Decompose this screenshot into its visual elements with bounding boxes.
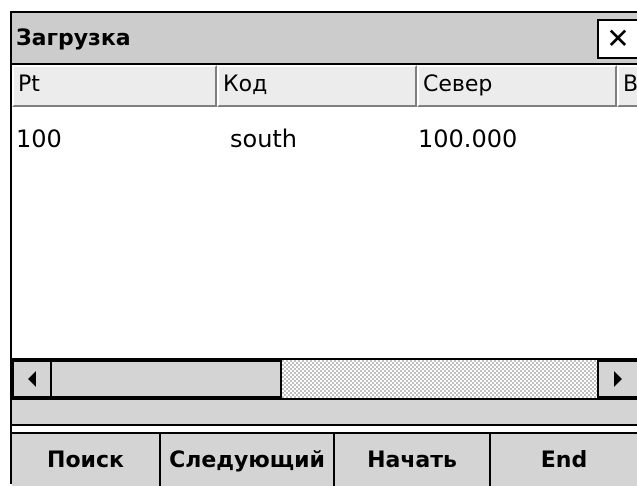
column-header-north[interactable]: Север — [417, 65, 617, 107]
table-row[interactable]: 100 south 100.000 — [12, 121, 637, 161]
column-header-code[interactable]: Код — [217, 65, 417, 107]
close-button[interactable]: ✕ — [597, 19, 637, 59]
button-bar: Поиск Следующий Начать End — [12, 432, 637, 486]
arrow-left-icon — [28, 371, 36, 387]
search-button[interactable]: Поиск — [12, 432, 159, 486]
horizontal-scrollbar[interactable] — [12, 358, 637, 400]
title-bar: Загрузка ✕ — [12, 13, 637, 65]
scroll-left-button[interactable] — [12, 360, 52, 398]
cell-north: 100.000 — [418, 125, 518, 153]
load-window: Загрузка ✕ Pt Код Север В 100 south 100.… — [10, 11, 637, 486]
arrow-right-icon — [614, 371, 622, 387]
cell-code: south — [230, 125, 298, 153]
screen: Загрузка ✕ Pt Код Север В 100 south 100.… — [0, 0, 637, 486]
scroll-right-button[interactable] — [597, 360, 637, 398]
scroll-thumb[interactable] — [52, 360, 282, 398]
start-button[interactable]: Начать — [333, 432, 489, 486]
window-title: Загрузка — [16, 26, 131, 51]
close-icon: ✕ — [606, 22, 630, 55]
column-header-east[interactable]: В — [617, 65, 637, 107]
table-header: Pt Код Север В — [12, 65, 637, 107]
status-bar — [12, 400, 637, 426]
end-button[interactable]: End — [489, 432, 637, 486]
cell-pt: 100 — [16, 125, 62, 153]
next-button[interactable]: Следующий — [159, 432, 333, 486]
column-header-pt[interactable]: Pt — [12, 65, 217, 107]
